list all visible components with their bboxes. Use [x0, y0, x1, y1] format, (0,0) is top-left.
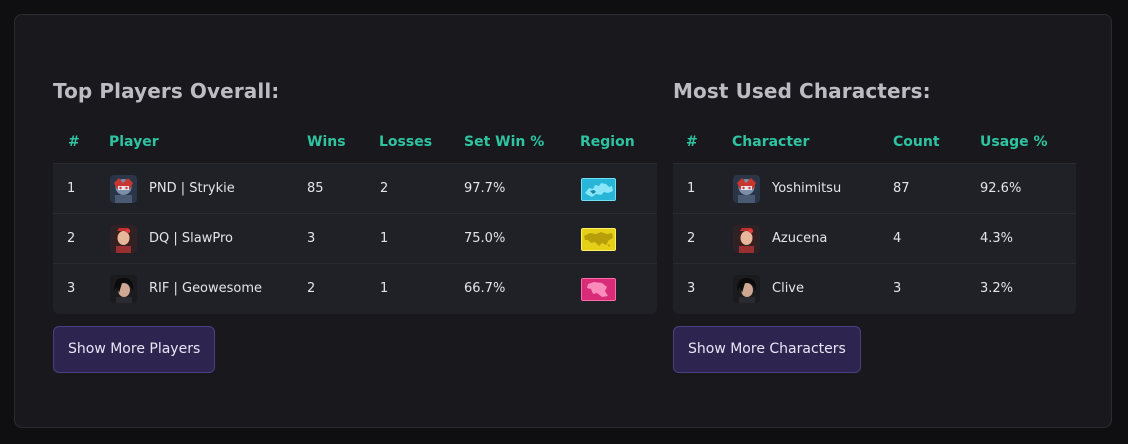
- usage-pct-cell: 3.2%: [980, 281, 1014, 296]
- table-row[interactable]: 2 DQ | SlawPro 3 1 75.0%: [53, 214, 657, 264]
- set-win-pct-cell: 75.0%: [464, 231, 506, 246]
- losses-cell: 1: [380, 281, 389, 296]
- stats-panel: Top Players Overall: # Player Wins Losse…: [14, 14, 1112, 428]
- col-player: Player: [109, 134, 159, 150]
- rank-cell: 3: [67, 281, 76, 296]
- europe-map-icon: [581, 178, 616, 201]
- player-name[interactable]: RIF | Geowesome: [149, 264, 262, 314]
- player-name[interactable]: DQ | SlawPro: [149, 214, 233, 264]
- col-rank: #: [68, 134, 80, 150]
- rank-cell: 2: [687, 231, 696, 246]
- characters-table-header: # Character Count Usage %: [673, 123, 1076, 164]
- count-cell: 87: [893, 181, 910, 196]
- table-row[interactable]: 3 RIF | Geowesome 2 1 66.7%: [53, 264, 657, 314]
- rank-cell: 1: [687, 181, 696, 196]
- wins-cell: 3: [307, 231, 316, 246]
- players-table-header: # Player Wins Losses Set Win % Region: [53, 123, 657, 164]
- player-name[interactable]: PND | Strykie: [149, 164, 235, 214]
- col-region: Region: [580, 134, 635, 150]
- set-win-pct-cell: 66.7%: [464, 281, 506, 296]
- losses-cell: 1: [380, 231, 389, 246]
- yoshimitsu-avatar: [110, 175, 137, 203]
- character-name[interactable]: Clive: [772, 264, 804, 314]
- azucena-avatar: [733, 225, 760, 253]
- table-row[interactable]: 1 PND | Strykie 85 2 97.7%: [53, 164, 657, 214]
- table-row[interactable]: 2 Azucena 4 4.3%: [673, 214, 1076, 264]
- table-row[interactable]: 1 Yoshimitsu 87 92.6%: [673, 164, 1076, 214]
- show-more-players-button[interactable]: Show More Players: [53, 326, 216, 373]
- rank-cell: 3: [687, 281, 696, 296]
- rank-cell: 2: [67, 231, 76, 246]
- count-cell: 3: [893, 281, 902, 296]
- col-rank: #: [686, 134, 698, 150]
- set-win-pct-cell: 97.7%: [464, 181, 506, 196]
- characters-table: # Character Count Usage % 1 Yoshimitsu 8…: [673, 123, 1076, 314]
- players-table: # Player Wins Losses Set Win % Region 1: [53, 123, 657, 314]
- col-count: Count: [893, 134, 940, 150]
- usage-pct-cell: 4.3%: [980, 231, 1014, 246]
- most-used-characters-title: Most Used Characters:: [673, 79, 931, 103]
- usage-pct-cell: 92.6%: [980, 181, 1022, 196]
- col-losses: Losses: [379, 134, 433, 150]
- losses-cell: 2: [380, 181, 389, 196]
- yoshimitsu-avatar: [733, 175, 760, 203]
- character-name[interactable]: Azucena: [772, 214, 827, 264]
- top-players-title: Top Players Overall:: [53, 79, 280, 103]
- character-name[interactable]: Yoshimitsu: [772, 164, 841, 214]
- table-row[interactable]: 3 Clive 3 3.2%: [673, 264, 1076, 314]
- middle-east-map-icon: [581, 278, 616, 301]
- wins-cell: 85: [307, 181, 324, 196]
- count-cell: 4: [893, 231, 902, 246]
- col-usage-pct: Usage %: [980, 134, 1048, 150]
- show-more-characters-button[interactable]: Show More Characters: [673, 326, 861, 373]
- clive-avatar: [110, 275, 137, 303]
- wins-cell: 2: [307, 281, 316, 296]
- asia-map-icon: [581, 228, 616, 251]
- rank-cell: 1: [67, 181, 76, 196]
- clive-avatar: [733, 275, 760, 303]
- col-wins: Wins: [307, 134, 346, 150]
- azucena-avatar: [110, 225, 137, 253]
- col-set-win-pct: Set Win %: [464, 134, 545, 150]
- col-character: Character: [732, 134, 810, 150]
